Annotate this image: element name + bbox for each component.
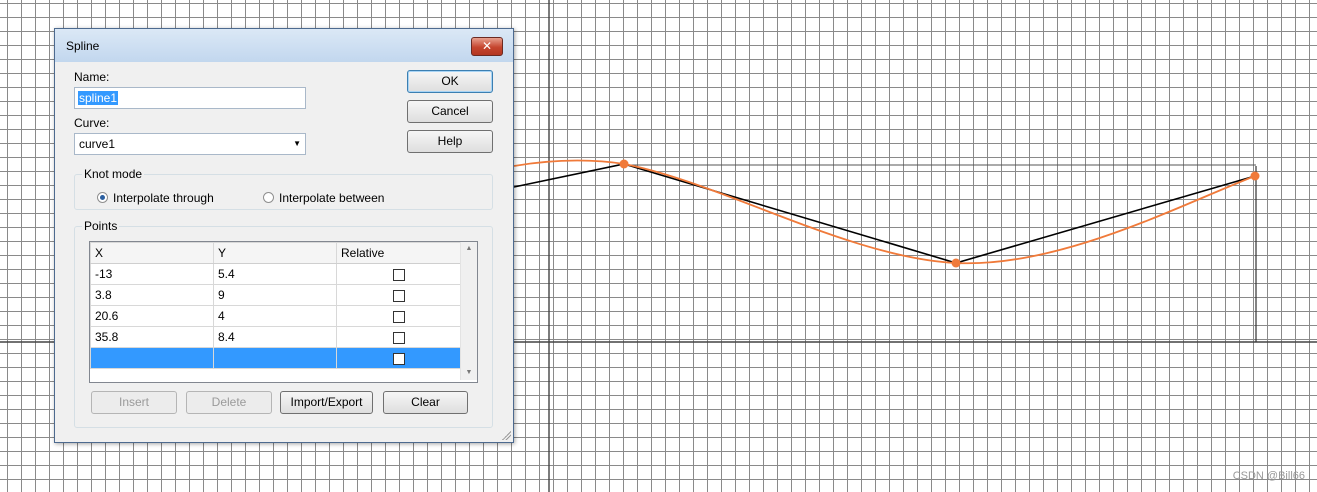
close-icon: ✕ bbox=[481, 39, 493, 53]
cell-relative bbox=[336, 284, 461, 306]
cell-relative bbox=[336, 347, 461, 369]
table-row[interactable] bbox=[90, 347, 461, 369]
interpolate-through-label[interactable]: Interpolate through bbox=[113, 191, 214, 205]
watermark: CSDN @Bill66 bbox=[1232, 470, 1305, 482]
vertical-scrollbar[interactable]: ▲ ▼ bbox=[460, 242, 477, 380]
curve-select-value: curve1 bbox=[79, 137, 116, 151]
points-label: Points bbox=[82, 219, 120, 233]
interpolate-through-radio[interactable] bbox=[97, 192, 108, 203]
table-header-row: X Y Relative bbox=[90, 242, 461, 264]
cell-y[interactable]: 5.4 bbox=[213, 263, 337, 285]
relative-checkbox[interactable] bbox=[392, 268, 405, 281]
cell-y[interactable] bbox=[213, 347, 337, 369]
resize-grip[interactable] bbox=[501, 430, 511, 440]
cell-x[interactable]: 35.8 bbox=[90, 326, 214, 348]
name-input[interactable]: spline1 bbox=[74, 87, 306, 109]
cell-y[interactable]: 4 bbox=[213, 305, 337, 327]
interpolate-between-radio[interactable] bbox=[263, 192, 274, 203]
cell-x[interactable] bbox=[90, 347, 214, 369]
name-input-value: spline1 bbox=[78, 91, 119, 105]
cancel-button[interactable]: Cancel bbox=[407, 100, 493, 123]
table-row[interactable]: 20.6 4 bbox=[90, 305, 461, 327]
dialog-title: Spline bbox=[66, 39, 100, 53]
spline-curve bbox=[513, 159, 1256, 265]
close-button[interactable]: ✕ bbox=[471, 37, 503, 56]
relative-checkbox[interactable] bbox=[392, 331, 405, 344]
spline-dialog: Spline ✕ Name: spline1 Curve: curve1 ▼ O… bbox=[54, 28, 514, 443]
clear-button[interactable]: Clear bbox=[383, 391, 468, 414]
relative-checkbox[interactable] bbox=[392, 310, 405, 323]
relative-checkbox[interactable] bbox=[392, 289, 405, 302]
table-row[interactable]: 3.8 9 bbox=[90, 284, 461, 306]
column-header-x[interactable]: X bbox=[90, 242, 214, 264]
help-button[interactable]: Help bbox=[407, 130, 493, 153]
curve-label: Curve: bbox=[74, 116, 110, 130]
column-header-y[interactable]: Y bbox=[213, 242, 337, 264]
cell-relative bbox=[336, 305, 461, 327]
relative-checkbox[interactable] bbox=[392, 352, 405, 365]
cell-x[interactable]: 20.6 bbox=[90, 305, 214, 327]
curve-select[interactable]: curve1 ▼ bbox=[74, 133, 306, 155]
cell-x[interactable]: -13 bbox=[90, 263, 214, 285]
scroll-down-icon[interactable]: ▼ bbox=[461, 366, 477, 380]
ok-button[interactable]: OK bbox=[407, 70, 493, 93]
cell-y[interactable]: 9 bbox=[213, 284, 337, 306]
points-table[interactable]: X Y Relative -13 5.4 3.8 9 20.6 4 35.8 8.4 ▲ ▼ bbox=[89, 241, 478, 383]
table-row[interactable]: -13 5.4 bbox=[90, 263, 461, 285]
control-polyline bbox=[513, 163, 1256, 264]
scroll-up-icon[interactable]: ▲ bbox=[461, 242, 477, 256]
cell-y[interactable]: 8.4 bbox=[213, 326, 337, 348]
knot-point[interactable] bbox=[1250, 171, 1260, 181]
column-header-relative[interactable]: Relative bbox=[336, 242, 461, 264]
cell-relative bbox=[336, 326, 461, 348]
table-row[interactable]: 35.8 8.4 bbox=[90, 326, 461, 348]
knot-point[interactable] bbox=[619, 159, 629, 169]
insert-button[interactable]: Insert bbox=[91, 391, 177, 414]
import-export-button[interactable]: Import/Export bbox=[280, 391, 373, 414]
interpolate-between-label[interactable]: Interpolate between bbox=[279, 191, 384, 205]
chevron-down-icon: ▼ bbox=[293, 139, 301, 148]
dialog-titlebar[interactable]: Spline ✕ bbox=[55, 29, 513, 62]
knot-mode-label: Knot mode bbox=[82, 167, 145, 181]
cell-x[interactable]: 3.8 bbox=[90, 284, 214, 306]
cell-relative bbox=[336, 263, 461, 285]
knot-point[interactable] bbox=[951, 258, 961, 268]
delete-button[interactable]: Delete bbox=[186, 391, 272, 414]
name-label: Name: bbox=[74, 70, 110, 84]
